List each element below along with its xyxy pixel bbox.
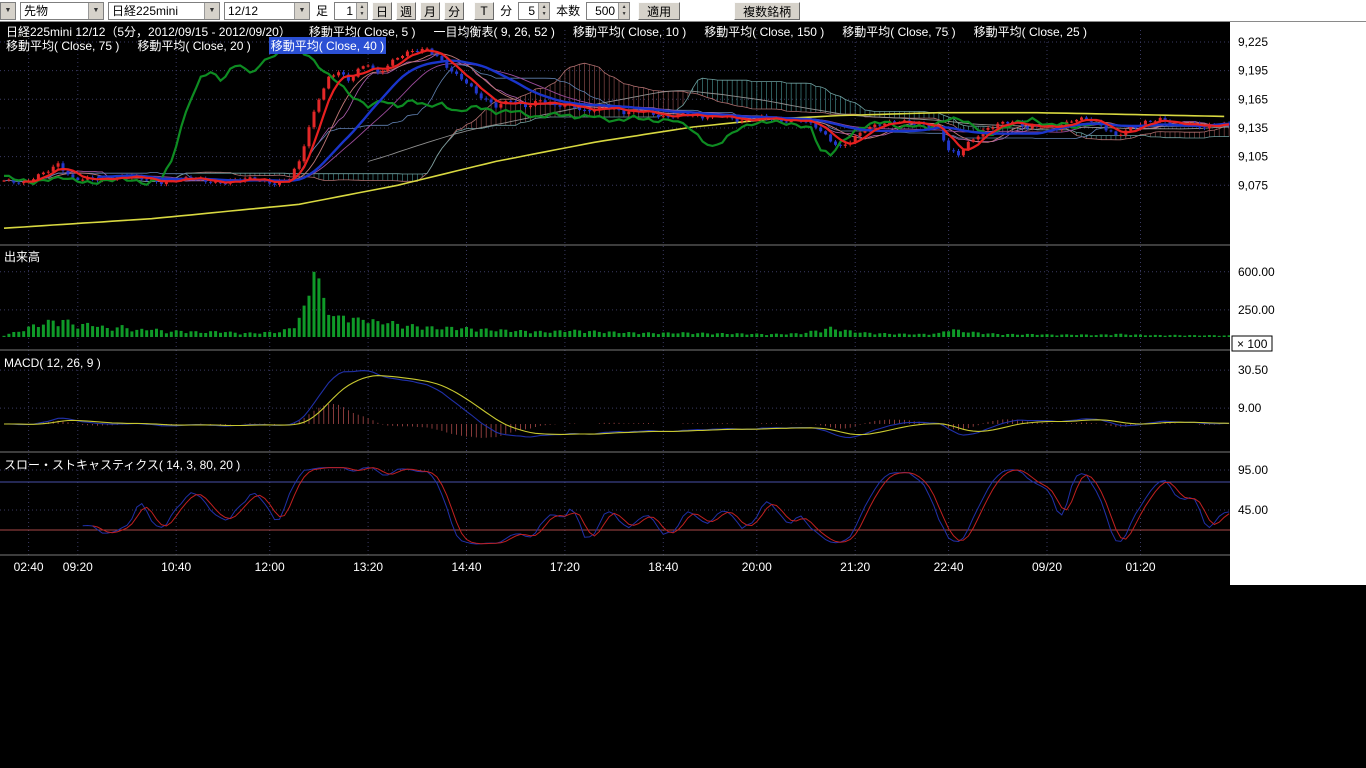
chevron-down-icon: ▼ [88,3,103,19]
legend-ichimoku[interactable]: 一目均衡表( 9, 26, 52 ) [434,23,555,40]
bar-count-spinner[interactable]: 500 ▲▼ [586,2,630,20]
time-axis-label: 02:40 [14,560,44,574]
time-axis-label: 18:40 [648,560,678,574]
time-axis-label: 10:40 [161,560,191,574]
stoch-axis-label: 45.00 [1238,503,1268,517]
bar-interval-spinner[interactable]: 1 ▲▼ [334,2,368,20]
contract-month-value: 12/12 [225,3,294,19]
time-axis-label: 13:20 [353,560,383,574]
macd-axis-label: 9.00 [1238,401,1262,415]
spinner-arrows-icon: ▲▼ [618,3,629,19]
spinner-arrows-icon: ▲▼ [538,3,549,19]
time-axis-label: 14:40 [451,560,481,574]
price-axis-label: 9,135 [1238,121,1268,135]
symbol-select[interactable]: 日経225mini ▼ [108,2,220,20]
category-select-value: 先物 [21,3,88,19]
macd-panel-label: MACD( 12, 26, 9 ) [4,356,101,370]
chevron-down-icon: ▼ [1,3,15,19]
legend-ma75-b[interactable]: 移動平均( Close, 75 ) [6,37,119,54]
contract-month-select[interactable]: 12/12 ▼ [224,2,310,20]
multi-symbol-button[interactable]: 複数銘柄 [734,2,800,20]
time-axis-label: 09/20 [1032,560,1062,574]
period-tick-button[interactable]: T [474,2,494,20]
minute-value: 5 [519,3,538,19]
volume-axis-label: 250.00 [1238,303,1275,317]
minute-label: 分 [500,2,512,19]
trading-chart-window: ▼ 先物 ▼ 日経225mini ▼ 12/12 ▼ 足 1 ▲▼ 日 週 月 … [0,0,1366,768]
spinner-arrows-icon: ▲▼ [356,3,367,19]
stoch-axis-label: 95.00 [1238,463,1268,477]
price-axis-label: 9,165 [1238,92,1268,106]
price-axis-label: 9,225 [1238,35,1268,49]
bar-interval-value: 1 [335,3,356,19]
bar-count-value: 500 [587,3,618,19]
chart-canvas[interactable]: 9,225 9,195 9,165 9,135 9,105 9,075 600.00 250.… [0,22,1366,768]
macd-axis-label: 30.50 [1238,363,1268,377]
time-axis-label: 12:00 [255,560,285,574]
price-axis-label: 9,195 [1238,64,1268,78]
period-day-button[interactable]: 日 [372,2,392,20]
period-minute-button[interactable]: 分 [444,2,464,20]
chevron-down-icon: ▼ [294,3,309,19]
time-axis-label: 01:20 [1125,560,1155,574]
time-axis-label: 20:00 [742,560,772,574]
time-axis-label: 17:20 [550,560,580,574]
period-week-button[interactable]: 週 [396,2,416,20]
time-axis-label: 21:20 [840,560,870,574]
category-select[interactable]: 先物 ▼ [20,2,104,20]
bar-count-label: 本数 [556,2,580,19]
volume-multiplier-label: × 100 [1237,337,1268,351]
volume-axis-label: 600.00 [1238,265,1275,279]
legend-ma150[interactable]: 移動平均( Close, 150 ) [704,23,824,40]
minute-spinner[interactable]: 5 ▲▼ [518,2,550,20]
toolbar: ▼ 先物 ▼ 日経225mini ▼ 12/12 ▼ 足 1 ▲▼ 日 週 月 … [0,0,1366,22]
period-month-button[interactable]: 月 [420,2,440,20]
volume-panel-label: 出来高 [4,248,40,265]
apply-button[interactable]: 適用 [638,2,680,20]
mini-dropdown[interactable]: ▼ [0,2,16,20]
chart-legend-line2: 移動平均( Close, 75 ) 移動平均( Close, 20 ) 移動平均… [6,37,386,54]
legend-ma40-selected[interactable]: 移動平均( Close, 40 ) [269,37,386,54]
legend-ma10[interactable]: 移動平均( Close, 10 ) [573,23,686,40]
stoch-panel-label: スロー・ストキャスティクス( 14, 3, 80, 20 ) [4,456,240,473]
legend-ma75[interactable]: 移動平均( Close, 75 ) [842,23,955,40]
legend-ma25[interactable]: 移動平均( Close, 25 ) [974,23,1087,40]
time-axis-label: 22:40 [934,560,964,574]
chevron-down-icon: ▼ [204,3,219,19]
time-axis-label: 09:20 [63,560,93,574]
bar-type-label: 足 [316,2,328,19]
chart-region: 9,225 9,195 9,165 9,135 9,105 9,075 600.00 250.… [0,22,1366,768]
price-axis-label: 9,075 [1238,178,1268,192]
symbol-select-value: 日経225mini [109,3,204,19]
price-axis-label: 9,105 [1238,150,1268,164]
legend-ma20[interactable]: 移動平均( Close, 20 ) [137,37,250,54]
